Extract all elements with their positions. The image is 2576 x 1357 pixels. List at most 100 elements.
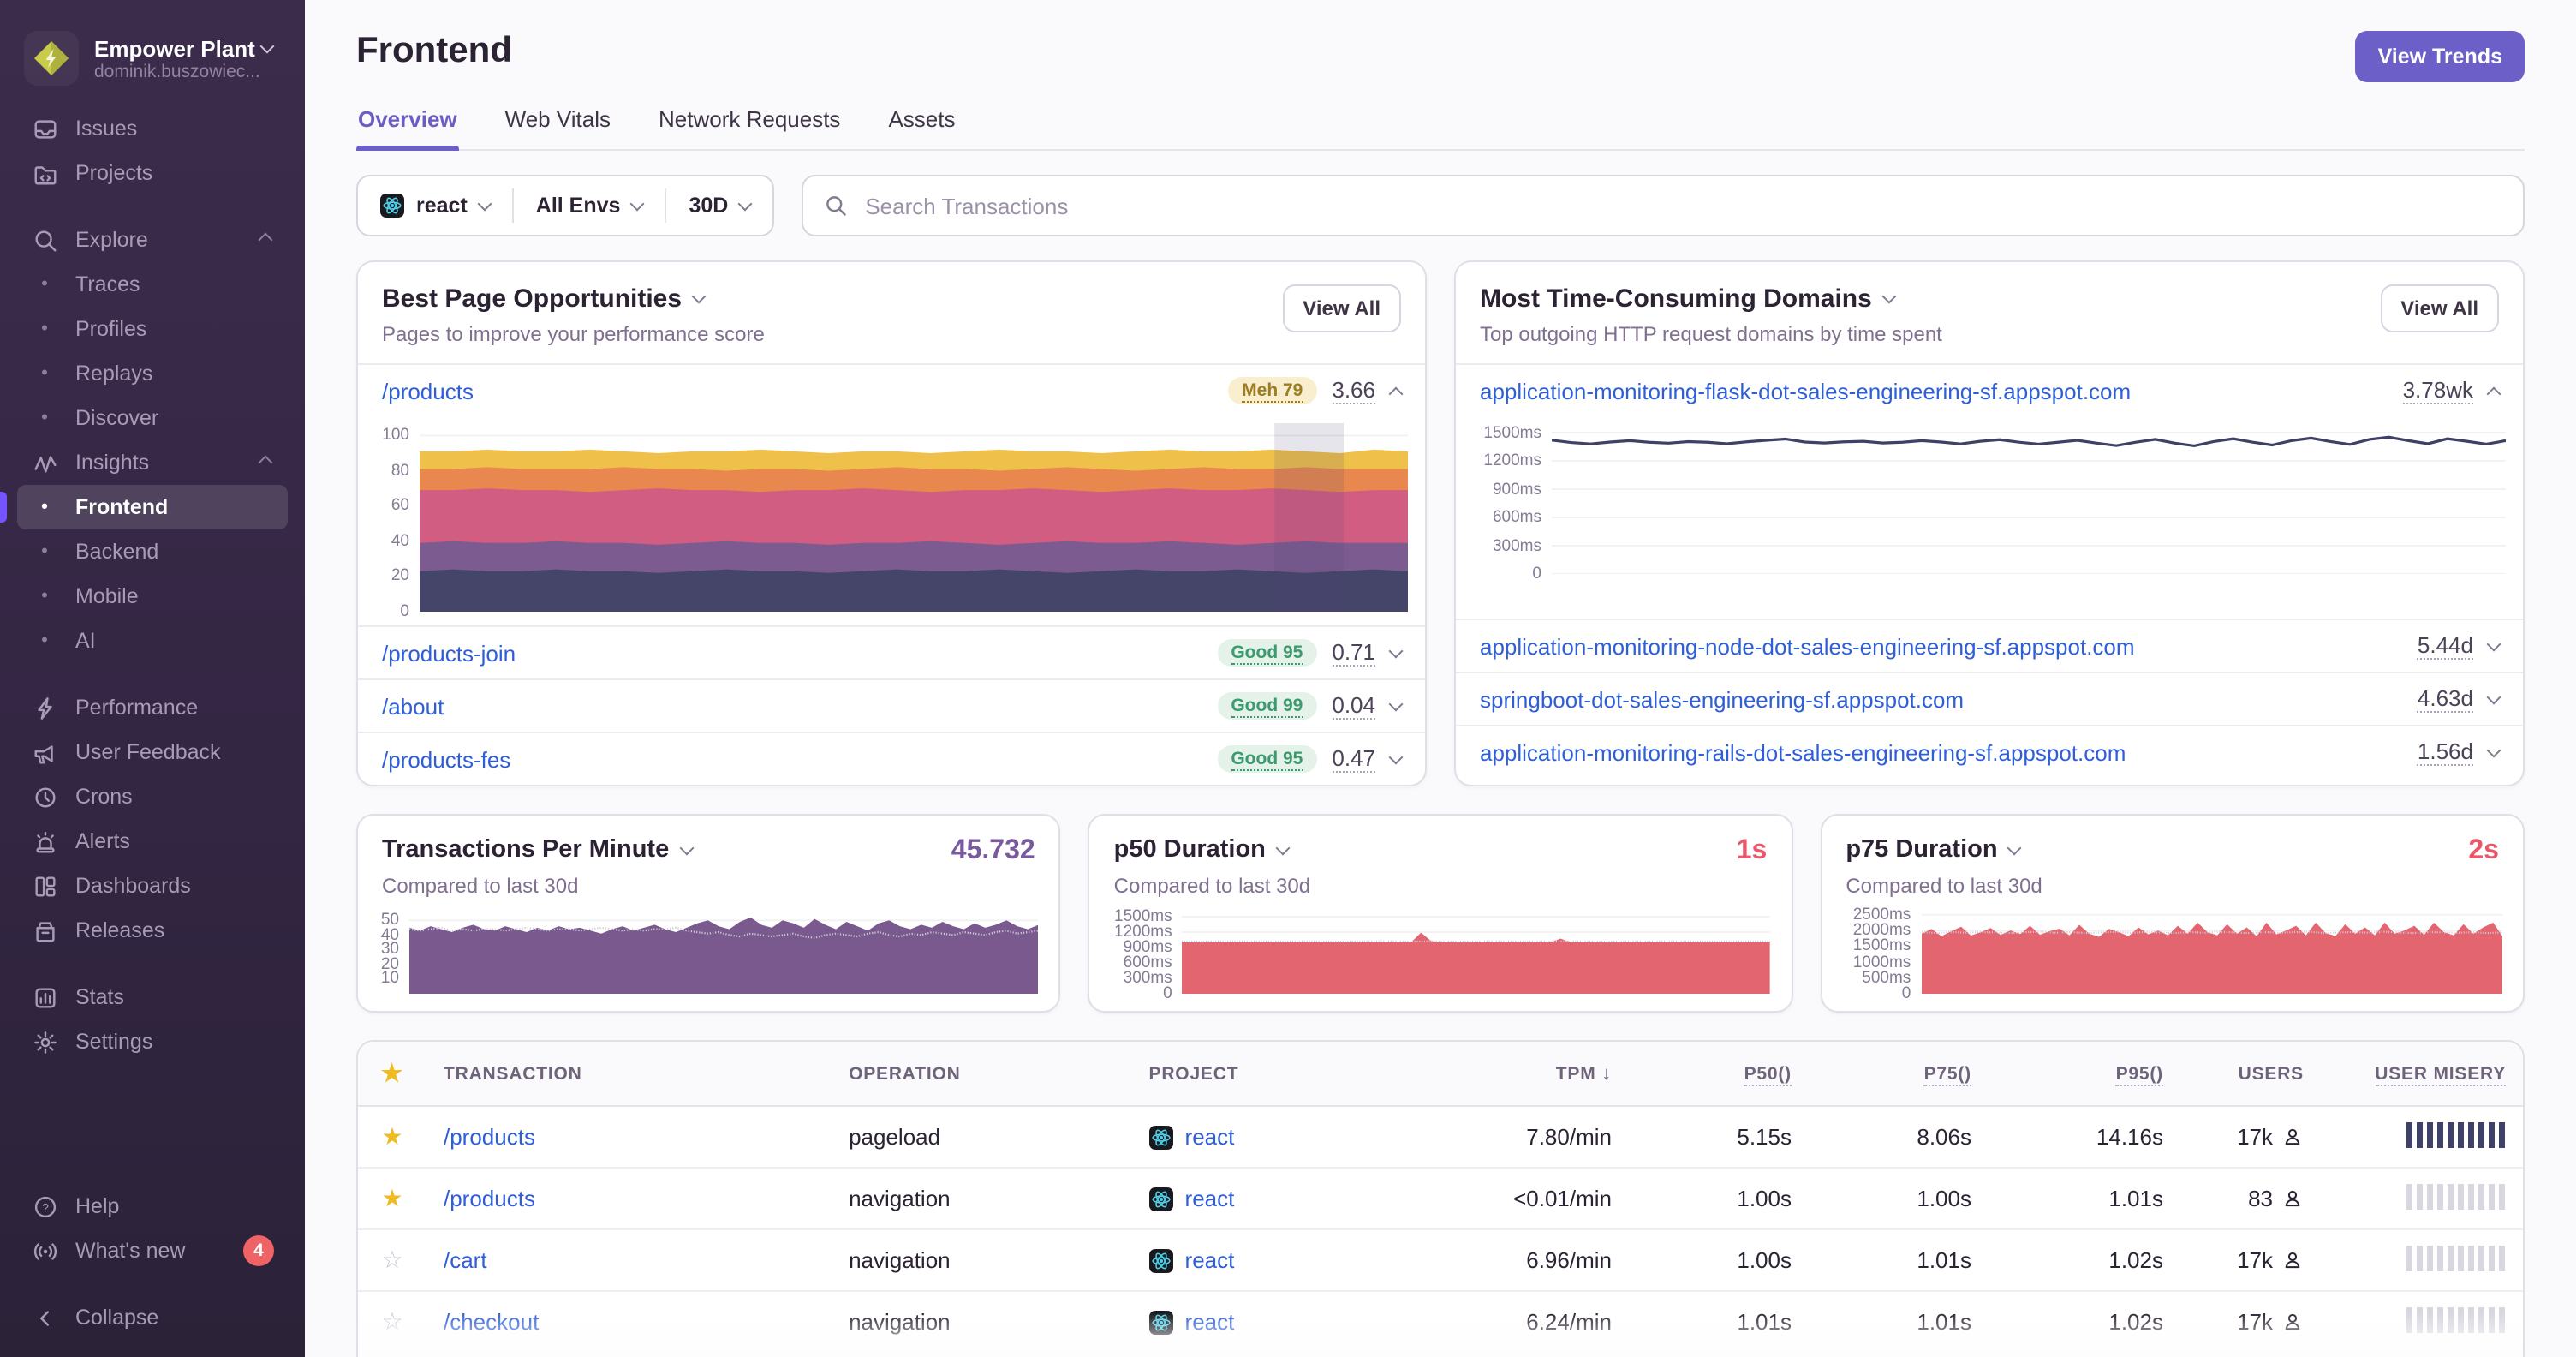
tab-overview[interactable]: Overview [356,106,459,151]
sidebar-item-ai[interactable]: • AI [17,619,288,663]
sidebar-item-stats[interactable]: Stats [17,975,288,1019]
view-trends-button[interactable]: View Trends [2355,31,2525,82]
sidebar-item-settings[interactable]: Settings [17,1019,288,1064]
tab-assets[interactable]: Assets [886,106,957,149]
transaction-link[interactable]: /products-fes [382,746,510,772]
chevron-down-icon[interactable] [1275,840,1291,855]
transaction-link[interactable]: /cart [444,1247,487,1273]
tab-network-requests[interactable]: Network Requests [657,106,842,149]
column-header-operation[interactable]: OPERATION [832,1063,1131,1084]
table-row[interactable]: ☆ /checkout navigation react 6.24/min 1.… [358,1292,2523,1354]
star-column-header-icon[interactable]: ★ [358,1059,426,1088]
sidebar-item-projects[interactable]: Projects [17,151,288,195]
domains-view-all-button[interactable]: View All [2380,284,2499,332]
sidebar-section-explore[interactable]: Explore [17,218,288,262]
chevron-down-icon[interactable] [1388,696,1404,711]
sidebar-section-insights[interactable]: Insights [17,440,288,485]
sidebar-item-label: Issues [75,117,138,140]
project-cell: react [1132,1124,1432,1150]
chevron-up-icon[interactable] [2486,386,2501,401]
opportunity-row[interactable]: /products-join Good 95 0.71 [358,625,1425,678]
chevron-down-icon[interactable] [1388,643,1404,658]
sidebar-section-label: Insights [75,451,150,475]
table-row[interactable]: ★ /products navigation react <0.01/min 1… [358,1169,2523,1230]
project-filter[interactable]: react [358,176,512,235]
sidebar-item-discover[interactable]: • Discover [17,396,288,440]
project-link[interactable]: react [1185,1247,1235,1273]
table-row[interactable]: ☆ /cart navigation react 6.96/min 1.00s … [358,1230,2523,1292]
domain-row[interactable]: application-monitoring-node-dot-sales-en… [1456,619,2523,672]
column-header-transaction[interactable]: TRANSACTION [426,1063,832,1084]
sidebar-item-dashboards[interactable]: Dashboards [17,864,288,908]
table-row[interactable]: ☆ /products-join pageload react 3.88/min… [358,1354,2523,1357]
opportunity-row[interactable]: /about Good 99 0.04 [358,678,1425,732]
p95-cell: 1.01s [2108,1186,2163,1211]
sidebar-item-profiles[interactable]: • Profiles [17,307,288,351]
user-misery-bars [2406,1183,2506,1209]
sidebar-item-issues[interactable]: Issues [17,106,288,151]
table-row[interactable]: ★ /products pageload react 7.80/min 5.15… [358,1107,2523,1169]
chevron-down-icon[interactable] [2486,689,2501,704]
project-link[interactable]: react [1185,1309,1235,1335]
column-header-project[interactable]: PROJECT [1132,1063,1432,1084]
sidebar-item-whats-new[interactable]: What's new 4 [17,1228,288,1273]
star-toggle[interactable]: ★ [358,1122,426,1151]
domain-row[interactable]: springboot-dot-sales-engineering-sf.apps… [1456,672,2523,725]
project-link[interactable]: react [1185,1186,1235,1211]
star-toggle[interactable]: ☆ [358,1307,426,1336]
date-range-filter[interactable]: 30D [666,176,772,235]
domain-link[interactable]: application-monitoring-node-dot-sales-en… [1480,633,2135,659]
opportunity-row[interactable]: /products-fes Good 95 0.47 [358,732,1425,785]
transaction-link[interactable]: /products [444,1186,535,1211]
domain-link[interactable]: application-monitoring-rails-dot-sales-e… [1480,739,2126,765]
transaction-link[interactable]: /products [382,378,474,404]
transaction-link[interactable]: /products-join [382,640,516,666]
sidebar-collapse-button[interactable]: Collapse [17,1295,288,1340]
chevron-down-icon[interactable] [2007,840,2023,855]
domain-link[interactable]: application-monitoring-flask-dot-sales-e… [1480,378,2131,404]
sidebar-item-backend[interactable]: • Backend [17,529,288,574]
sidebar-item-frontend[interactable]: • Frontend [0,485,288,529]
sidebar-item-traces[interactable]: • Traces [17,262,288,307]
environment-filter[interactable]: All Envs [514,176,665,235]
sidebar-item-mobile[interactable]: • Mobile [17,574,288,619]
chevron-down-icon[interactable] [1881,289,1897,304]
sidebar-item-replays[interactable]: • Replays [17,351,288,396]
star-toggle[interactable]: ★ [358,1184,426,1213]
domain-link[interactable]: springboot-dot-sales-engineering-sf.apps… [1480,686,1964,712]
chevron-down-icon[interactable] [691,289,707,304]
chevron-down-icon[interactable] [2486,742,2501,757]
column-header-p75[interactable]: P75() [1809,1063,1989,1085]
opportunities-view-all-button[interactable]: View All [1282,284,1401,332]
column-header-user-misery[interactable]: USER MISERY [2321,1063,2523,1085]
opportunity-row-expanded[interactable]: /products Meh 79 3.66 [358,363,1425,416]
transaction-search[interactable] [802,175,2525,236]
sidebar-item-label: Alerts [75,829,130,853]
tab-web-vitals[interactable]: Web Vitals [504,106,612,149]
org-name: Empower Plant [94,35,255,61]
chevron-up-icon[interactable] [1388,386,1404,401]
search-input[interactable] [862,191,2502,220]
page-header: Frontend View Trends Overview Web Vitals… [305,0,2576,151]
sidebar-item-crons[interactable]: Crons [17,774,288,819]
org-switcher[interactable]: Empower Plant dominik.buszowiec... [0,17,305,106]
domain-row[interactable]: application-monitoring-rails-dot-sales-e… [1456,725,2523,778]
transaction-link[interactable]: /checkout [444,1309,539,1335]
column-header-p95[interactable]: P95() [1989,1063,2180,1085]
sidebar-item-user-feedback[interactable]: User Feedback [17,730,288,774]
sidebar-item-alerts[interactable]: Alerts [17,819,288,864]
sidebar-item-releases[interactable]: Releases [17,908,288,953]
column-header-tpm[interactable]: TPM ↓ [1432,1063,1629,1084]
star-toggle[interactable]: ☆ [358,1246,426,1275]
sidebar-item-performance[interactable]: Performance [17,685,288,730]
column-header-p50[interactable]: P50() [1629,1063,1809,1085]
transaction-link[interactable]: /products [444,1124,535,1150]
chevron-down-icon[interactable] [678,840,694,855]
chevron-down-icon[interactable] [1388,749,1404,764]
transaction-link[interactable]: /about [382,693,444,719]
domain-row-expanded[interactable]: application-monitoring-flask-dot-sales-e… [1456,363,2523,416]
chevron-down-icon[interactable] [2486,636,2501,651]
sidebar-item-help[interactable]: ? Help [17,1184,288,1228]
column-header-users[interactable]: USERS [2180,1063,2321,1084]
project-link[interactable]: react [1185,1124,1235,1150]
